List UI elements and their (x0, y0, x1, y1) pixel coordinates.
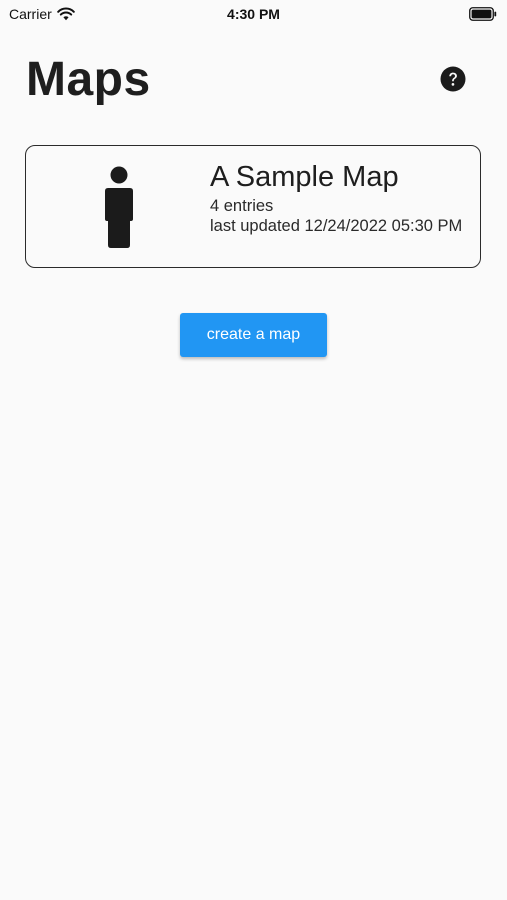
status-time: 4:30 PM (227, 6, 280, 22)
page-title: Maps (26, 53, 151, 106)
battery-full-icon (469, 7, 497, 21)
help-icon[interactable] (440, 66, 466, 92)
map-card[interactable]: A Sample Map 4 entries last updated 12/2… (25, 145, 481, 268)
map-name: A Sample Map (210, 161, 399, 193)
map-entry-count: 4 entries (210, 197, 274, 215)
create-map-button[interactable]: create a map (180, 313, 327, 357)
person-icon (105, 166, 133, 248)
maps-screen: Carrier 4:30 PM Maps A Sample Map 4 entr… (0, 0, 507, 900)
status-bar: Carrier 4:30 PM (0, 0, 507, 28)
map-last-updated: last updated 12/24/2022 05:30 PM (210, 217, 463, 235)
